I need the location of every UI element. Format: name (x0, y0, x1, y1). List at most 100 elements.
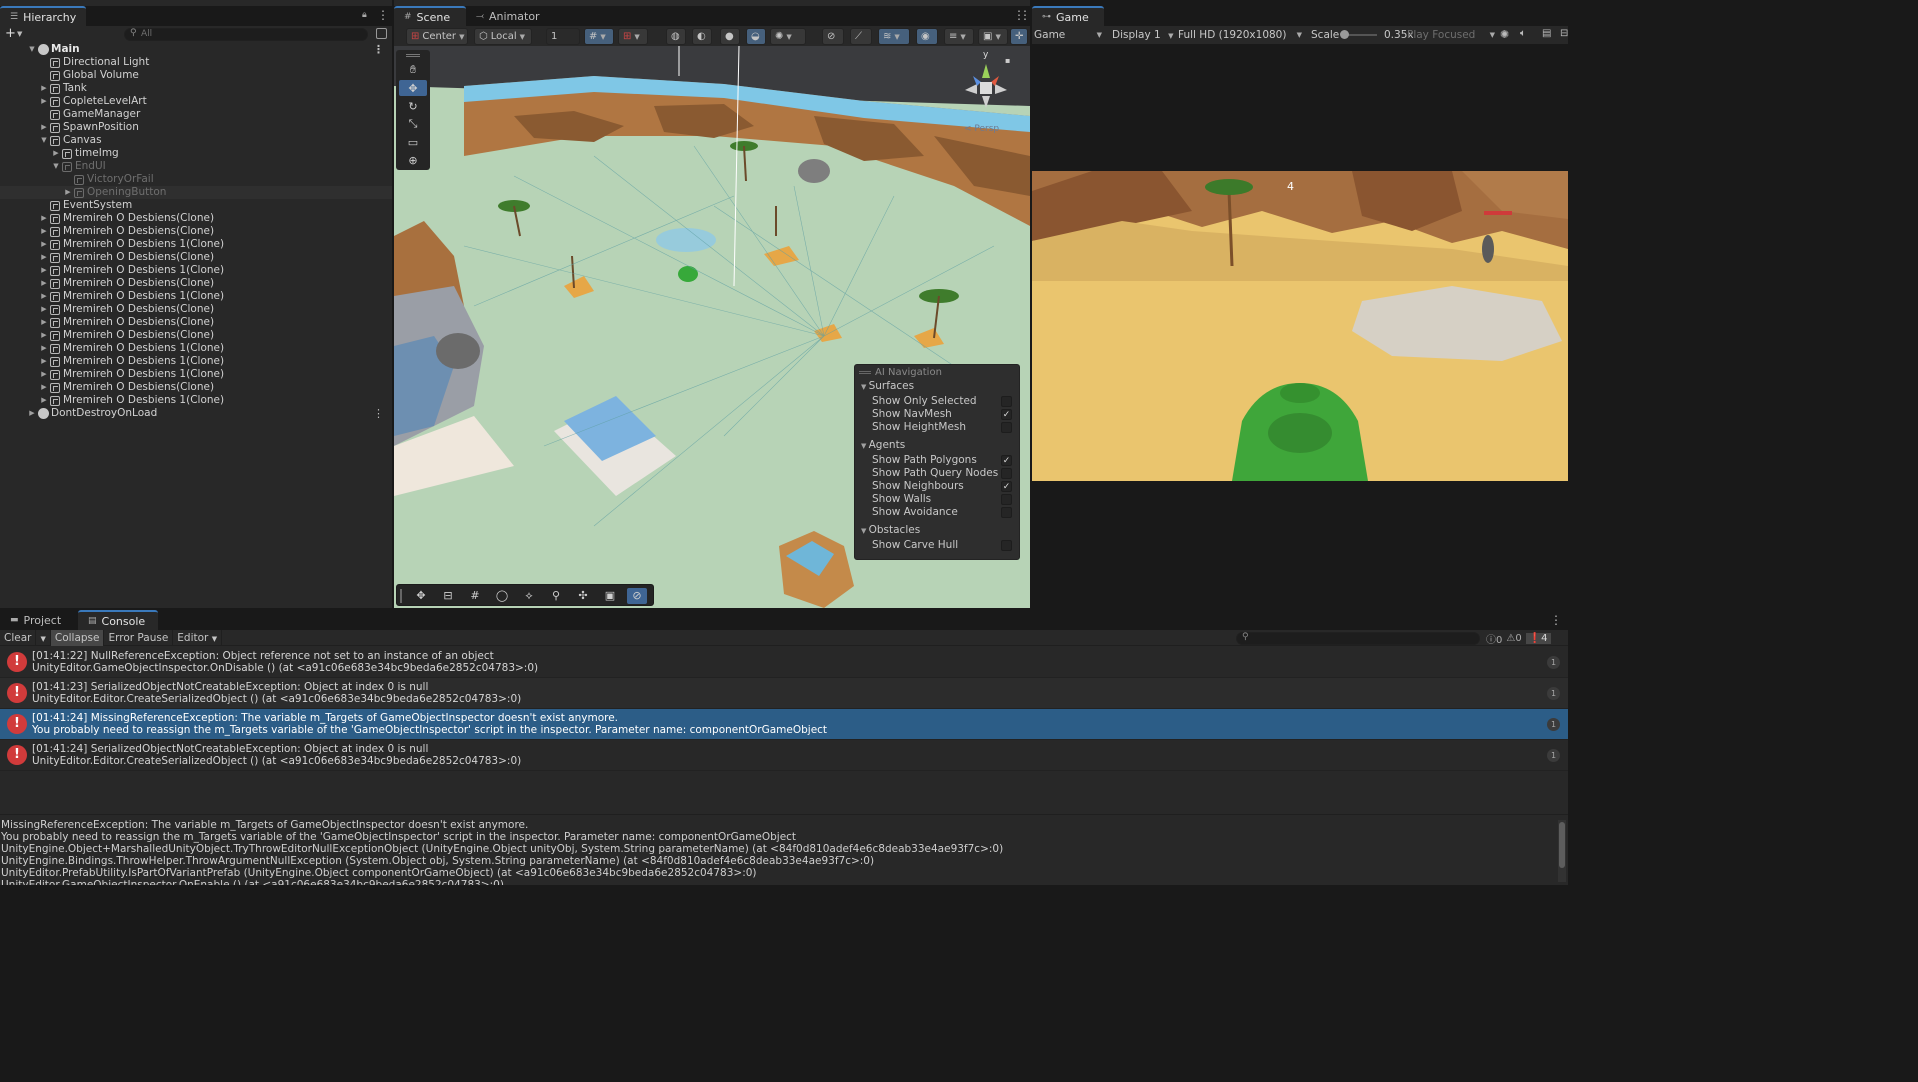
chevron-right-icon[interactable]: ▶ (39, 381, 49, 394)
snap-toggle-button[interactable]: ⊞ ▼ (618, 28, 648, 45)
chevron-right-icon[interactable]: ▶ (39, 212, 49, 225)
tab-project[interactable]: ▬ Project (0, 610, 78, 630)
hierarchy-row[interactable]: Global Volume (0, 69, 392, 82)
hierarchy-row[interactable]: ▶ Mremireh O Desbiens 1(Clone) (0, 355, 392, 368)
hierarchy-row[interactable]: Directional Light (0, 56, 392, 69)
chevron-right-icon[interactable]: ▶ (39, 121, 49, 134)
game-viewport[interactable]: 4 (1032, 171, 1568, 481)
bug-icon[interactable]: ✺ (1500, 28, 1509, 41)
hierarchy-row[interactable]: ▼ Canvas (0, 134, 392, 147)
info-filter-toggle[interactable]: ⓘ0 (1486, 631, 1502, 646)
ai-nav-checkbox[interactable] (1001, 422, 1012, 433)
add-object-button[interactable]: + (5, 26, 16, 41)
console-detail-pane[interactable]: MissingReferenceException: The variable … (0, 814, 1568, 885)
console-search-input[interactable]: ⚲ (1236, 632, 1480, 645)
light-button[interactable]: ◯ (492, 588, 512, 604)
hierarchy-row[interactable]: ▶ Mremireh O Desbiens 1(Clone) (0, 264, 392, 277)
zoom-button[interactable]: ⚲ (546, 588, 566, 604)
camera-preview-button[interactable]: ▣ (600, 588, 620, 604)
hierarchy-row[interactable]: ▶ Tank (0, 82, 392, 95)
hierarchy-row[interactable]: ▶ OpeningButton (0, 186, 392, 199)
chevron-right-icon[interactable]: ▶ (51, 147, 61, 160)
chevron-right-icon[interactable]: ▶ (39, 225, 49, 238)
draw-mode-button[interactable]: ◍ (666, 28, 686, 45)
grid-toggle-button[interactable]: # ▼ (584, 28, 614, 45)
chevron-down-icon[interactable]: ▼ (27, 43, 37, 56)
hierarchy-row[interactable]: VictoryOrFail (0, 173, 392, 186)
chevron-right-icon[interactable]: ▶ (39, 316, 49, 329)
2d-toggle-button[interactable]: ◐ (692, 28, 712, 45)
display-dropdown[interactable]: Display 1 ▼ (1112, 26, 1174, 44)
chevron-right-icon[interactable]: ▶ (39, 238, 49, 251)
move-snap-button[interactable]: ✥ (411, 588, 431, 604)
ai-nav-section-header[interactable]: ▼ Surfaces (861, 380, 914, 392)
chevron-right-icon[interactable]: ▶ (39, 355, 49, 368)
hierarchy-row[interactable]: GameManager (0, 108, 392, 121)
hierarchy-row[interactable]: ▶ Mremireh O Desbiens 1(Clone) (0, 368, 392, 381)
space-dropdown[interactable]: ⬡ Local ▼ (474, 28, 532, 45)
grip-icon[interactable] (859, 371, 871, 374)
hierarchy-row[interactable]: ▶ SpawnPosition (0, 121, 392, 134)
ai-nav-checkbox[interactable]: ✓ (1001, 455, 1012, 466)
ai-nav-option[interactable]: Show Walls (872, 493, 1016, 506)
lock-icon[interactable]: ▪ (1005, 56, 1010, 65)
audio-toggle-button[interactable]: ⊘ (822, 28, 844, 45)
path-button[interactable]: ✣ (573, 588, 593, 604)
ai-nav-option[interactable]: Show Path Query Nodes (872, 467, 1016, 480)
chevron-right-icon[interactable]: ▶ (39, 303, 49, 316)
hand-tool-button[interactable]: ✋︎ (399, 62, 427, 78)
chevron-right-icon[interactable]: ▶ (39, 329, 49, 342)
game-mode-dropdown[interactable]: Game ▼ (1034, 26, 1102, 44)
scene-row-menu-button[interactable]: ⋮ (373, 407, 384, 420)
ai-nav-checkbox[interactable] (1001, 507, 1012, 518)
chevron-down-icon[interactable]: ▼ (17, 30, 22, 38)
hierarchy-row[interactable]: EventSystem (0, 199, 392, 212)
ai-nav-checkbox[interactable]: ✓ (1001, 409, 1012, 420)
chevron-right-icon[interactable]: ▶ (39, 95, 49, 108)
detail-scrollbar-thumb[interactable] (1559, 822, 1565, 868)
clear-button[interactable]: Clear (0, 629, 37, 646)
gizmos-icon[interactable]: ⊟ (1560, 28, 1568, 39)
tab-animator[interactable]: ⤙ Animator (466, 6, 540, 26)
scale-slider-thumb[interactable] (1340, 30, 1349, 39)
ai-nav-option[interactable]: Show Carve Hull (872, 539, 1016, 552)
effects-button[interactable]: ✺ ▼ (770, 28, 806, 45)
lock-icon[interactable]: 🔒︎ (362, 10, 367, 20)
camera-button[interactable]: ▣ ▼ (978, 28, 1008, 45)
ai-nav-section-header[interactable]: ▼ Agents (861, 439, 905, 451)
error-filter-toggle[interactable]: ❗4 (1525, 632, 1551, 644)
lit-sphere-button[interactable]: ◒ (746, 28, 766, 45)
rect-tool-button[interactable]: ▭ (399, 134, 427, 150)
scale-tool-button[interactable]: ⤡ (399, 116, 427, 132)
console-log-entry[interactable]: ! [01:41:22] NullReferenceException: Obje… (0, 647, 1568, 678)
chevron-right-icon[interactable]: ▶ (27, 407, 37, 420)
console-log-entry[interactable]: ! [01:41:23] SerializedObjectNotCreatable… (0, 678, 1568, 709)
rotate-tool-button[interactable]: ↻ (399, 98, 427, 114)
scene-viewport[interactable]: ✋︎ ✥ ↻ ⤡ ▭ ⊕ y ▪ < Persp AI Navigation ▼ … (394, 46, 1030, 608)
visibility-button[interactable]: ◉ (916, 28, 938, 45)
grid-button[interactable]: # (465, 588, 485, 604)
collapse-button[interactable]: Collapse (50, 629, 105, 646)
hierarchy-row[interactable]: ▶ Mremireh O Desbiens 1(Clone) (0, 238, 392, 251)
chevron-right-icon[interactable]: ▶ (39, 394, 49, 407)
gizmo-edit-button[interactable]: ⟋ (850, 28, 872, 45)
move-tool-button[interactable]: ✥ (399, 80, 427, 96)
stats-icon[interactable]: ▤ (1542, 28, 1551, 39)
shaded-sphere-button[interactable]: ● (720, 28, 740, 45)
scale-slider[interactable] (1340, 30, 1377, 39)
clear-options-dropdown[interactable]: ▼ (36, 629, 51, 646)
error-pause-button[interactable]: Error Pause (104, 629, 174, 646)
hierarchy-row[interactable]: ▶ Mremireh O Desbiens 1(Clone) (0, 342, 392, 355)
hierarchy-scene-row[interactable]: ▼ Main ⋮ (0, 43, 392, 56)
ai-nav-checkbox[interactable] (1001, 540, 1012, 551)
chevron-right-icon[interactable]: ▶ (63, 186, 73, 199)
hierarchy-row[interactable]: ▶ Mremireh O Desbiens(Clone) (0, 277, 392, 290)
ai-nav-option[interactable]: Show HeightMesh (872, 421, 1016, 434)
ai-nav-option[interactable]: Show Only Selected (872, 395, 1016, 408)
align-button[interactable]: ⊟ (438, 588, 458, 604)
warning-filter-toggle[interactable]: ⚠0 (1506, 633, 1521, 644)
resolution-dropdown[interactable]: Full HD (1920x1080) ▼ (1178, 26, 1302, 44)
console-log-entry[interactable]: ! [01:41:24] SerializedObjectNotCreatable… (0, 740, 1568, 771)
ai-nav-section-header[interactable]: ▼ Obstacles (861, 524, 920, 536)
chevron-right-icon[interactable]: ▶ (39, 368, 49, 381)
